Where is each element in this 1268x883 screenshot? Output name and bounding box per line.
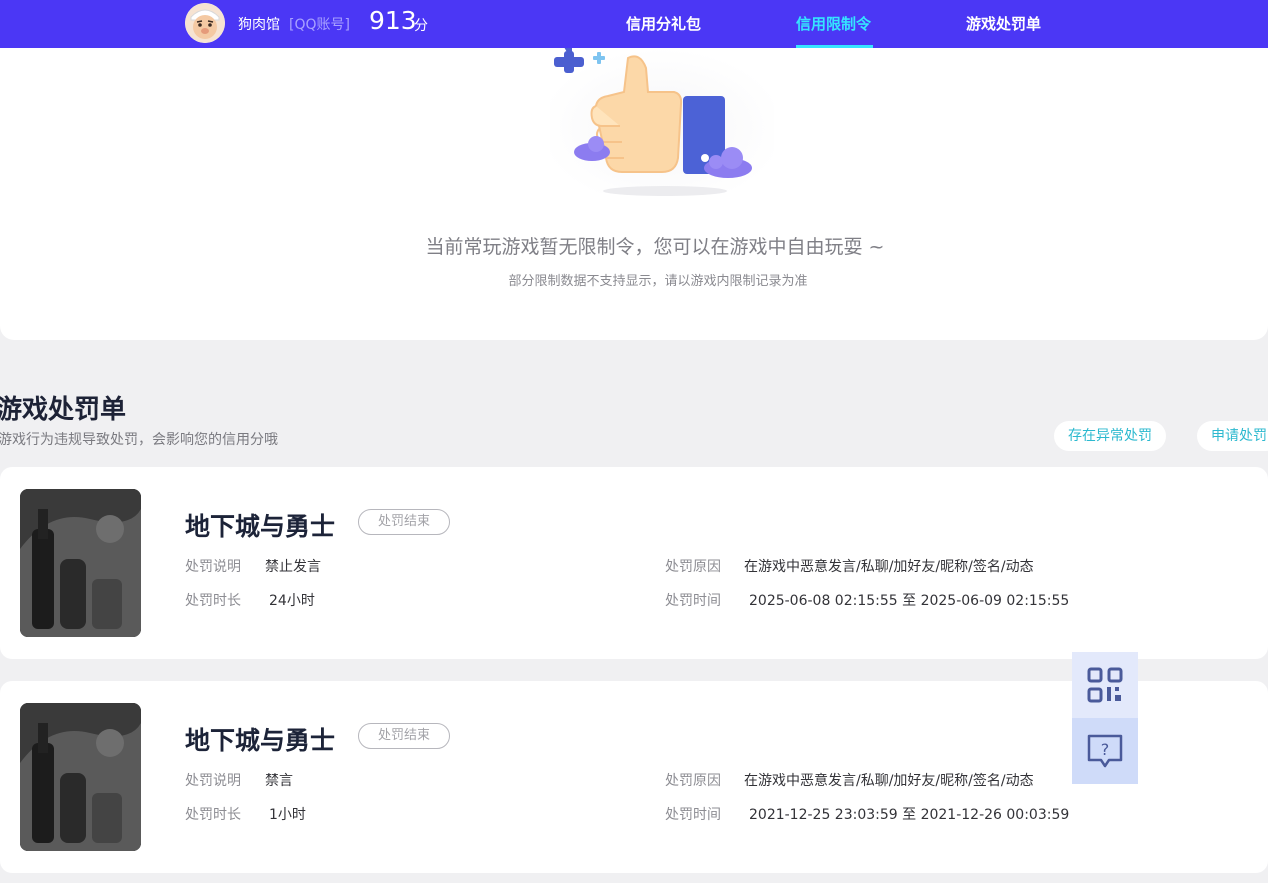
penalty-description-label: 处罚说明 <box>185 773 241 789</box>
active-nav-indicator <box>796 45 873 48</box>
thumbs-up-illustration <box>550 47 780 202</box>
penalty-status-badge: 处罚结束 <box>358 723 450 749</box>
help-button[interactable]: ? <box>1072 718 1138 784</box>
nav-game-penalty[interactable]: 游戏处罚单 <box>966 13 1041 34</box>
help-chat-icon: ? <box>1087 734 1123 768</box>
user-nickname: 狗肉馆 <box>238 17 280 33</box>
game-name: 地下城与勇士 <box>185 512 336 541</box>
game-name: 地下城与勇士 <box>185 726 336 755</box>
avatar[interactable] <box>185 3 225 43</box>
svg-text:?: ? <box>1101 740 1110 759</box>
penalty-time-label: 处罚时间 <box>665 807 721 823</box>
penalty-description-label: 处罚说明 <box>185 559 241 575</box>
restriction-status-note: 部分限制数据不支持显示，请以游戏内限制记录为准 <box>508 274 808 289</box>
credit-score: 913 <box>369 6 417 35</box>
restriction-status-message: 当前常玩游戏暂无限制令，您可以在游戏中自由玩耍 ~ <box>425 236 885 258</box>
nav-credit-gift[interactable]: 信用分礼包 <box>626 13 701 34</box>
penalty-duration-label: 处罚时长 <box>185 593 241 609</box>
penalty-description-value: 禁言 <box>265 773 293 789</box>
penalty-duration-value: 24小时 <box>269 593 315 609</box>
penalty-time-label: 处罚时间 <box>665 593 721 609</box>
penalty-time-value: 2025-06-08 02:15:55 至 2025-06-09 02:15:5… <box>749 593 1070 609</box>
abnormal-penalty-button[interactable]: 存在异常处罚 <box>1054 421 1166 451</box>
game-thumbnail <box>20 703 141 851</box>
credit-score-unit: 分 <box>414 18 428 34</box>
penalty-status-badge: 处罚结束 <box>358 509 450 535</box>
qr-code-icon <box>1087 667 1123 703</box>
penalty-reason-label: 处罚原因 <box>665 773 721 789</box>
penalty-card: 地下城与勇士 处罚结束 处罚说明 禁止发言 处罚时长 24小时 处罚原因 在游戏… <box>0 467 1268 659</box>
penalty-section-subtitle: 游戏行为违规导致处罚，会影响您的信用分哦 <box>0 432 278 448</box>
penalty-reason-value: 在游戏中恶意发言/私聊/加好友/昵称/签名/动态 <box>744 773 1034 789</box>
qr-code-button[interactable] <box>1072 652 1138 718</box>
penalty-reason-value: 在游戏中恶意发言/私聊/加好友/昵称/签名/动态 <box>744 559 1034 575</box>
penalty-reason-label: 处罚原因 <box>665 559 721 575</box>
game-thumbnail <box>20 489 141 637</box>
penalty-description-value: 禁止发言 <box>265 559 321 575</box>
penalty-section-title: 游戏处罚单 <box>0 395 127 425</box>
top-bar: 狗肉馆 [QQ账号] 913 分 信用分礼包 信用限制令 游戏处罚单 <box>0 0 1268 48</box>
account-type-tag: [QQ账号] <box>289 17 350 33</box>
penalty-time-value: 2021-12-25 23:03:59 至 2021-12-26 00:03:5… <box>749 807 1070 823</box>
penalty-duration-value: 1小时 <box>269 807 306 823</box>
appeal-penalty-button[interactable]: 申请处罚 <box>1197 421 1268 451</box>
restriction-status-card: 当前常玩游戏暂无限制令，您可以在游戏中自由玩耍 ~ 部分限制数据不支持显示，请以… <box>0 47 1268 340</box>
penalty-duration-label: 处罚时长 <box>185 807 241 823</box>
nav-credit-restriction[interactable]: 信用限制令 <box>796 13 871 34</box>
